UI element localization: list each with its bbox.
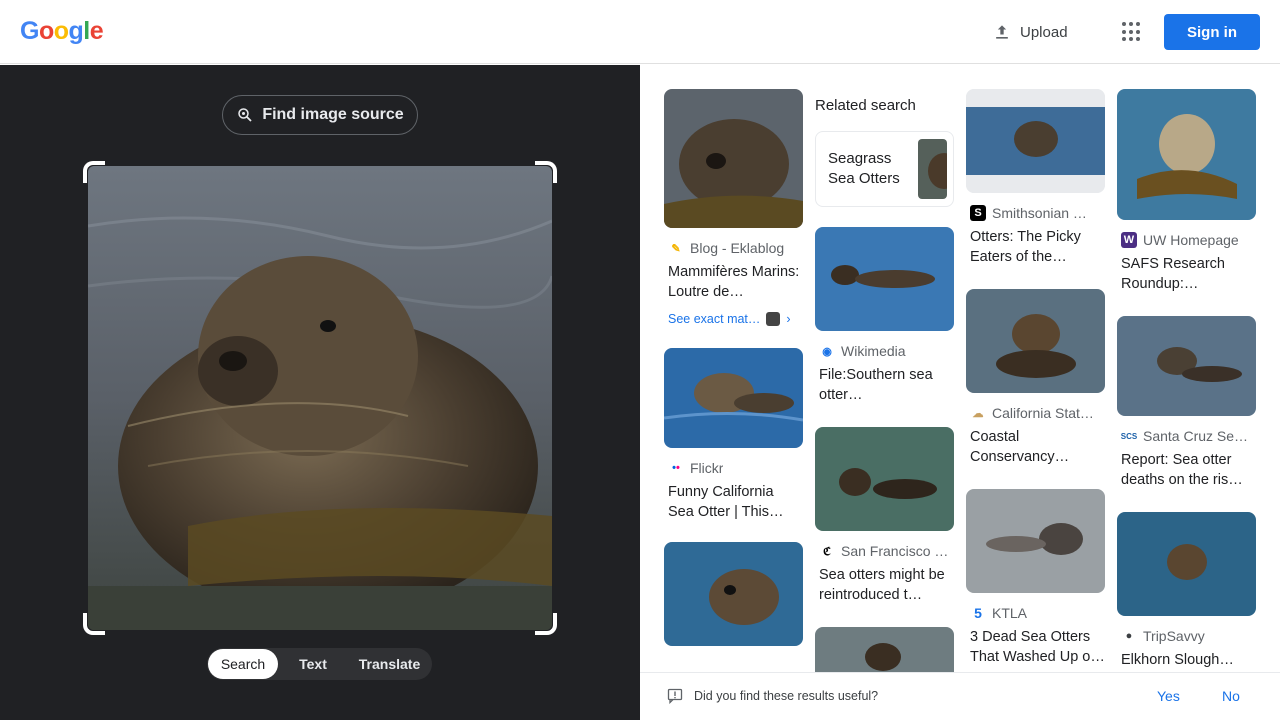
crop-handle-top-right[interactable] [535, 161, 557, 183]
uw-icon: W [1121, 232, 1137, 248]
result-title[interactable]: Report: Sea otter deaths on the ris… [1117, 450, 1256, 490]
sign-in-button[interactable]: Sign in [1164, 14, 1260, 50]
tab-translate[interactable]: Translate [348, 649, 431, 679]
feedback-question: Did you find these results useful? [694, 689, 879, 703]
result-title[interactable]: SAFS Research Roundup:… [1117, 254, 1256, 294]
result-thumbnail[interactable] [1117, 512, 1256, 616]
results-column-3: S Smithsonian … Otters: The Picky Eaters… [966, 89, 1105, 679]
logo-letter: e [89, 17, 104, 45]
related-search-thumbnail [918, 139, 947, 199]
result-source: • • Flickr [664, 460, 803, 476]
crop-handle-bottom-left[interactable] [83, 613, 105, 635]
result-thumbnail[interactable] [664, 542, 803, 646]
result-thumbnail[interactable] [664, 348, 803, 448]
result-card[interactable]: • • Flickr Funny California Sea Otter | T… [664, 348, 803, 522]
pencil-icon: ✎ [671, 242, 681, 255]
result-card[interactable]: ✎ Blog - Eklablog Mammifères Marins: Lou… [664, 89, 803, 326]
top-bar: Google Upload Sign in [0, 0, 1280, 64]
result-card[interactable]: W UW Homepage SAFS Research Roundup:… [1117, 89, 1256, 294]
wikimedia-icon: ◉ [822, 345, 832, 358]
result-source: ◉ Wikimedia [815, 343, 954, 359]
related-search-chip[interactable]: Seagrass Sea Otters [815, 131, 954, 207]
ktla-icon: 5 [974, 605, 982, 621]
result-title[interactable]: Mammifères Marins: Loutre de… [664, 262, 803, 302]
lens-mode-switch: Search Text Translate [207, 648, 432, 680]
feedback-icon [667, 688, 683, 704]
query-image-pane: Find image source Search Text Translate [0, 65, 640, 720]
logo-letter: g [68, 17, 84, 45]
result-thumbnail[interactable] [815, 427, 954, 531]
logo-letter: G [20, 17, 39, 45]
result-thumbnail[interactable] [966, 89, 1105, 193]
result-card[interactable]: ● TripSavvy Elkhorn Slough… [1117, 512, 1256, 690]
logo-letter: o [38, 17, 54, 45]
result-thumbnail[interactable] [815, 227, 954, 331]
crop-handle-top-left[interactable] [83, 161, 105, 183]
result-thumbnail[interactable] [966, 289, 1105, 393]
result-card[interactable]: 5 KTLA 3 Dead Sea Otters That Washed Up … [966, 489, 1105, 667]
google-logo[interactable]: Google [20, 17, 104, 46]
smithsonian-icon: S [970, 205, 986, 221]
flickr-icon: • • [672, 462, 680, 474]
result-card[interactable]: SCS Santa Cruz Se… Report: Sea otter dea… [1117, 316, 1256, 490]
result-source: ☁ California Stat… [966, 405, 1105, 421]
result-card[interactable] [664, 542, 803, 646]
query-image [88, 166, 552, 630]
feedback-no-button[interactable]: No [1222, 688, 1240, 704]
results-column-1: ✎ Blog - Eklablog Mammifères Marins: Lou… [664, 89, 803, 658]
result-source: SCS Santa Cruz Se… [1120, 428, 1249, 444]
result-title[interactable]: Funny California Sea Otter | This… [664, 482, 803, 522]
tab-search[interactable]: Search [208, 649, 278, 679]
see-exact-matches-link[interactable]: See exact mat… › [664, 312, 803, 326]
result-source: ✎ Blog - Eklablog [664, 240, 803, 256]
result-title[interactable]: Coastal Conservancy… [966, 427, 1105, 467]
exact-match-thumbnail [766, 312, 781, 326]
tab-text[interactable]: Text [278, 649, 348, 679]
result-card[interactable]: ☁ California Stat… Coastal Conservancy… [966, 289, 1105, 467]
crop-selection[interactable] [83, 161, 557, 635]
upload-label: Upload [1020, 23, 1068, 41]
result-thumbnail[interactable] [1117, 89, 1256, 220]
upload-icon [996, 25, 1008, 39]
result-source: S Smithsonian … [966, 205, 1105, 221]
result-thumbnail[interactable] [966, 489, 1105, 593]
logo-letter: o [53, 17, 69, 45]
sf-chronicle-icon: ℭ [823, 545, 831, 558]
result-title[interactable]: 3 Dead Sea Otters That Washed Up o… [966, 627, 1105, 667]
results-column-2: Related search Seagrass Sea Otters ◉ Wik… [815, 89, 954, 720]
apps-grid-icon[interactable] [1122, 22, 1142, 42]
result-title[interactable]: File:Southern sea otter… [815, 365, 954, 405]
result-title[interactable]: Otters: The Picky Eaters of the… [966, 227, 1105, 267]
visual-matches-pane: ✎ Blog - Eklablog Mammifères Marins: Lou… [640, 65, 1280, 720]
find-image-source-label: Find image source [262, 106, 404, 123]
feedback-bar: Did you find these results useful? Yes N… [640, 672, 1280, 720]
result-card[interactable]: S Smithsonian … Otters: The Picky Eaters… [966, 89, 1105, 267]
result-card[interactable]: ℭ San Francisco … Sea otters might be re… [815, 427, 954, 605]
upload-button[interactable]: Upload [992, 20, 1068, 44]
chevron-right-icon: › [786, 312, 791, 326]
result-source: ● TripSavvy [1117, 628, 1256, 644]
santa-cruz-icon: SCS [1120, 431, 1138, 441]
result-title[interactable]: Sea otters might be reintroduced t… [815, 565, 954, 605]
result-thumbnail[interactable] [1117, 316, 1256, 416]
result-card[interactable]: ◉ Wikimedia File:Southern sea otter… [815, 227, 954, 405]
related-search-heading: Related search [815, 97, 916, 114]
result-source: 5 KTLA [966, 605, 1105, 621]
results-column-4: W UW Homepage SAFS Research Roundup:… SC… [1117, 89, 1256, 702]
feedback-yes-button[interactable]: Yes [1157, 688, 1180, 704]
find-image-source-button[interactable]: Find image source [222, 95, 418, 135]
tripsavvy-icon: ● [1125, 630, 1133, 642]
result-source: W UW Homepage [1117, 232, 1256, 248]
lens-search-icon [238, 108, 252, 122]
california-state-icon: ☁ [972, 407, 984, 420]
crop-handle-bottom-right[interactable] [535, 613, 557, 635]
result-source: ℭ San Francisco … [815, 543, 954, 559]
result-thumbnail[interactable] [664, 89, 803, 228]
